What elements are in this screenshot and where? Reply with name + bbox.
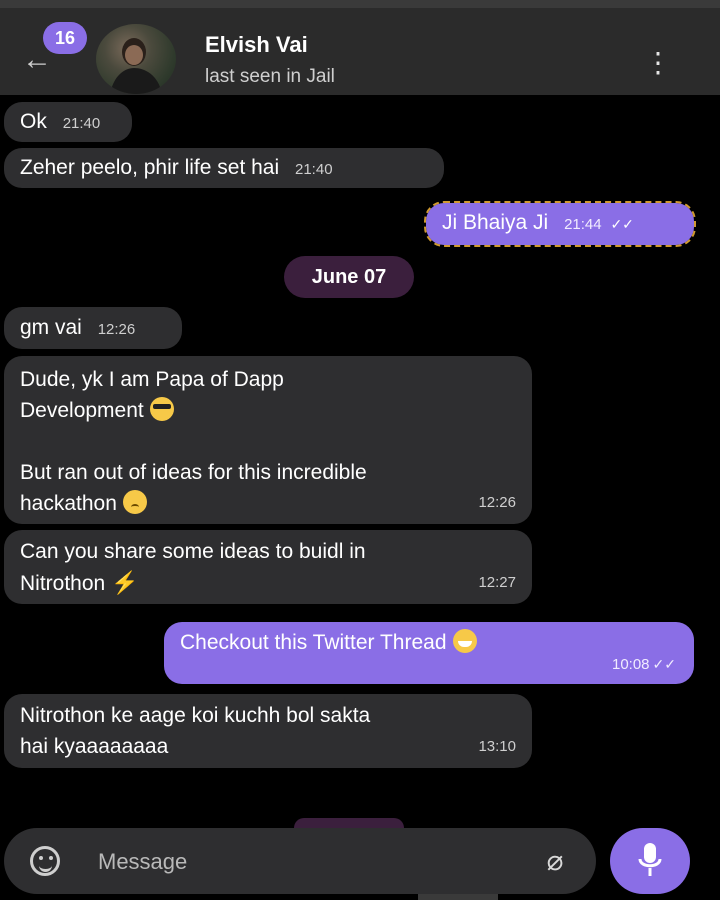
unread-count-badge: 16 (43, 22, 87, 54)
message-text: Checkout this Twitter Thread (180, 631, 447, 654)
message-time: 21:40 (62, 115, 101, 132)
grinning-sweat-emoji-icon (452, 629, 477, 653)
message-text-line: Nitrothon ke aage koi kuchh bol sakta (20, 704, 371, 727)
message-text-line: Development (20, 399, 144, 422)
more-vertical-icon: ⋮ (644, 47, 672, 78)
message-bubble[interactable]: Dude, yk I am Papa of Dapp Development B… (4, 356, 532, 524)
lightning-icon: ⚡ (111, 570, 139, 595)
smiling-face-with-sunglasses-icon (149, 397, 174, 421)
message-time: 10:08 (611, 656, 650, 673)
crying-face-icon (122, 490, 147, 514)
smile-icon[interactable] (30, 846, 60, 876)
paperclip-icon[interactable]: ⌀ (538, 844, 572, 878)
message-text-line: hai kyaaaaaaaa (20, 735, 169, 758)
message-text-line: hackathon (20, 492, 117, 515)
message-text-line: But ran out of ideas for this incredible (20, 461, 367, 484)
message-text: Ok (20, 110, 47, 133)
contact-name[interactable]: Elvish Vai (205, 32, 308, 58)
message-composer: ⌀ (4, 828, 596, 896)
message-bubble-outgoing[interactable]: Ji Bhaiya Ji 21:44 ✓✓ (424, 201, 696, 247)
chat-header: ← 16 Elvish Vai last seen in Jail ⋮ (0, 0, 720, 95)
last-seen-status: last seen in Jail (205, 66, 335, 87)
read-receipt-icon: ✓✓ (652, 656, 676, 672)
message-text: Zeher peelo, phir life set hai (20, 156, 280, 179)
message-text-line: Dude, yk I am Papa of Dapp (20, 368, 284, 391)
message-bubble[interactable]: gm vai 12:26 (4, 307, 182, 349)
message-bubble[interactable]: Can you share some ideas to buidl in Nit… (4, 530, 532, 604)
more-options-button[interactable]: ⋮ (644, 48, 672, 78)
microphone-button[interactable] (610, 828, 690, 894)
avatar[interactable] (96, 24, 176, 94)
message-bubble[interactable]: Zeher peelo, phir life set hai 21:40 (4, 148, 444, 188)
message-time: 12:26 (478, 494, 516, 511)
message-time: 12:26 (97, 321, 136, 338)
message-time: 13:10 (478, 738, 516, 755)
message-bubble[interactable]: Nitrothon ke aage koi kuchh bol sakta ha… (4, 694, 532, 768)
message-text: Ji Bhaiya Ji (442, 211, 549, 234)
date-separator: June 07 (284, 256, 414, 298)
avatar-photo (110, 38, 162, 94)
message-text-line: Can you share some ideas to buidl in (20, 540, 366, 563)
message-time: 21:40 (295, 161, 333, 178)
message-input[interactable] (96, 828, 520, 896)
message-time: 21:44 (564, 216, 602, 233)
message-bubble-outgoing[interactable]: Checkout this Twitter Thread 10:08 ✓✓ (164, 622, 694, 684)
read-receipt-icon: ✓✓ (610, 216, 634, 232)
message-time: 12:27 (478, 574, 516, 591)
message-text-line: Nitrothon (20, 572, 106, 595)
message-text: gm vai (20, 316, 82, 339)
microphone-icon (638, 843, 662, 876)
message-bubble[interactable]: Ok 21:40 (4, 102, 132, 142)
bottom-scroll-indicator (418, 894, 498, 900)
